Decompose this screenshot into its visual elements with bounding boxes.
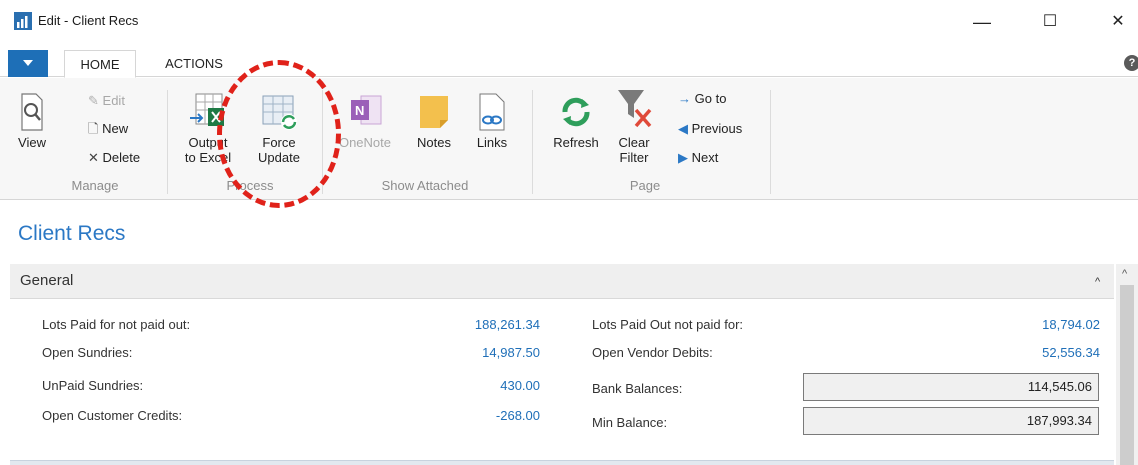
field-value-unpaid-sundries[interactable]: 430.00 [400, 378, 540, 393]
tab-home[interactable]: HOME [64, 50, 136, 78]
field-label-bank-balances: Bank Balances: [592, 381, 683, 396]
links-label: Links [476, 135, 508, 150]
new-button[interactable]: 🗋 New [88, 120, 128, 138]
edit-label: Edit [102, 93, 125, 108]
field-value-open-sundries[interactable]: 14,987.50 [400, 345, 540, 360]
clear-filter-label-line2: Filter [619, 150, 649, 165]
field-label-open-vendor-debits: Open Vendor Debits: [592, 345, 713, 360]
field-label-open-sundries: Open Sundries: [42, 345, 133, 360]
previous-label: Previous [691, 121, 743, 136]
field-value-lots-paid-out-not-paid-for[interactable]: 18,794.02 [960, 317, 1100, 332]
annotation-circle [217, 60, 341, 208]
view-icon [21, 93, 43, 131]
field-box-min-balance[interactable]: 187,993.34 [803, 407, 1099, 435]
page-title: Client Recs [18, 222, 126, 245]
links-icon [479, 93, 505, 131]
group-label-manage: Manage [71, 178, 119, 193]
tab-actions[interactable]: ACTIONS [150, 50, 238, 78]
delete-x-icon: ✕ [88, 150, 99, 165]
delete-label: Delete [102, 150, 141, 165]
refresh-button[interactable]: Refresh [546, 92, 606, 150]
group-label-page: Page [629, 178, 661, 193]
field-value-open-customer-credits[interactable]: -268.00 [400, 408, 540, 423]
triangle-left-icon: ◀ [678, 121, 688, 136]
field-box-bank-balances[interactable]: 114,545.06 [803, 373, 1099, 401]
onenote-label: OneNote [338, 135, 392, 150]
field-value-open-vendor-debits[interactable]: 52,556.34 [960, 345, 1100, 360]
view-button[interactable]: View [14, 92, 50, 150]
scroll-up-arrow-icon[interactable]: ^ [1122, 268, 1127, 280]
edit-button[interactable]: ✎ Edit [88, 92, 125, 110]
svg-text:N: N [355, 103, 364, 118]
onenote-button[interactable]: N OneNote [332, 92, 398, 150]
field-label-min-balance: Min Balance: [592, 415, 668, 430]
group-label-show-attached: Show Attached [381, 178, 469, 193]
field-label-unpaid-sundries: UnPaid Sundries: [42, 378, 144, 393]
field-label-open-customer-credits: Open Customer Credits: [42, 408, 183, 423]
previous-button[interactable]: ◀ Previous [678, 120, 742, 138]
fasttab-general[interactable]: General ^ [10, 264, 1114, 299]
view-label: View [18, 135, 46, 150]
window-title: Edit - Client Recs [38, 13, 139, 28]
help-icon[interactable]: ? [1124, 55, 1138, 71]
ribbon-separator [167, 90, 168, 194]
notes-label: Notes [417, 135, 451, 150]
ribbon-separator [770, 90, 771, 194]
go-to-button[interactable]: → Go to [678, 90, 726, 108]
refresh-icon [562, 97, 590, 127]
next-button[interactable]: ▶ Next [678, 149, 718, 167]
field-label-lots-paid-not-paid-out: Lots Paid for not paid out: [42, 317, 191, 332]
next-label: Next [691, 150, 719, 165]
close-button[interactable]: ✕ [1098, 8, 1138, 36]
notes-icon [420, 96, 448, 128]
refresh-label: Refresh [553, 135, 599, 150]
clear-filter-label-line1: Clear [618, 135, 650, 150]
title-bar: Edit - Client Recs — ☐ ✕ [0, 0, 1138, 44]
next-fasttab-edge [10, 460, 1114, 465]
scroll-thumb[interactable] [1120, 285, 1134, 465]
triangle-right-icon: ▶ [678, 150, 688, 165]
app-logo-icon [14, 12, 32, 30]
links-button[interactable]: Links [472, 92, 512, 150]
notes-button[interactable]: Notes [410, 92, 458, 150]
clear-filter-button[interactable]: Clear Filter [612, 86, 656, 165]
field-label-lots-paid-out-not-paid-for: Lots Paid Out not paid for: [592, 317, 744, 332]
ribbon-separator [532, 90, 533, 194]
new-label: New [102, 121, 129, 136]
delete-button[interactable]: ✕ Delete [88, 149, 140, 167]
arrow-right-icon: → [678, 91, 691, 106]
fasttab-title: General [20, 272, 74, 289]
chevron-up-icon[interactable]: ^ [1095, 276, 1100, 288]
field-value-lots-paid-not-paid-out[interactable]: 188,261.34 [400, 317, 540, 332]
clear-filter-icon [618, 90, 652, 128]
maximize-button[interactable]: ☐ [1030, 8, 1070, 36]
pencil-icon: ✎ [88, 93, 99, 108]
new-document-icon: 🗋 [88, 121, 99, 136]
onenote-icon: N [351, 95, 382, 125]
caret-down-icon [23, 60, 33, 66]
minimize-button[interactable]: — [962, 8, 1002, 36]
go-to-label: Go to [694, 91, 727, 106]
app-menu-button[interactable] [8, 50, 48, 77]
